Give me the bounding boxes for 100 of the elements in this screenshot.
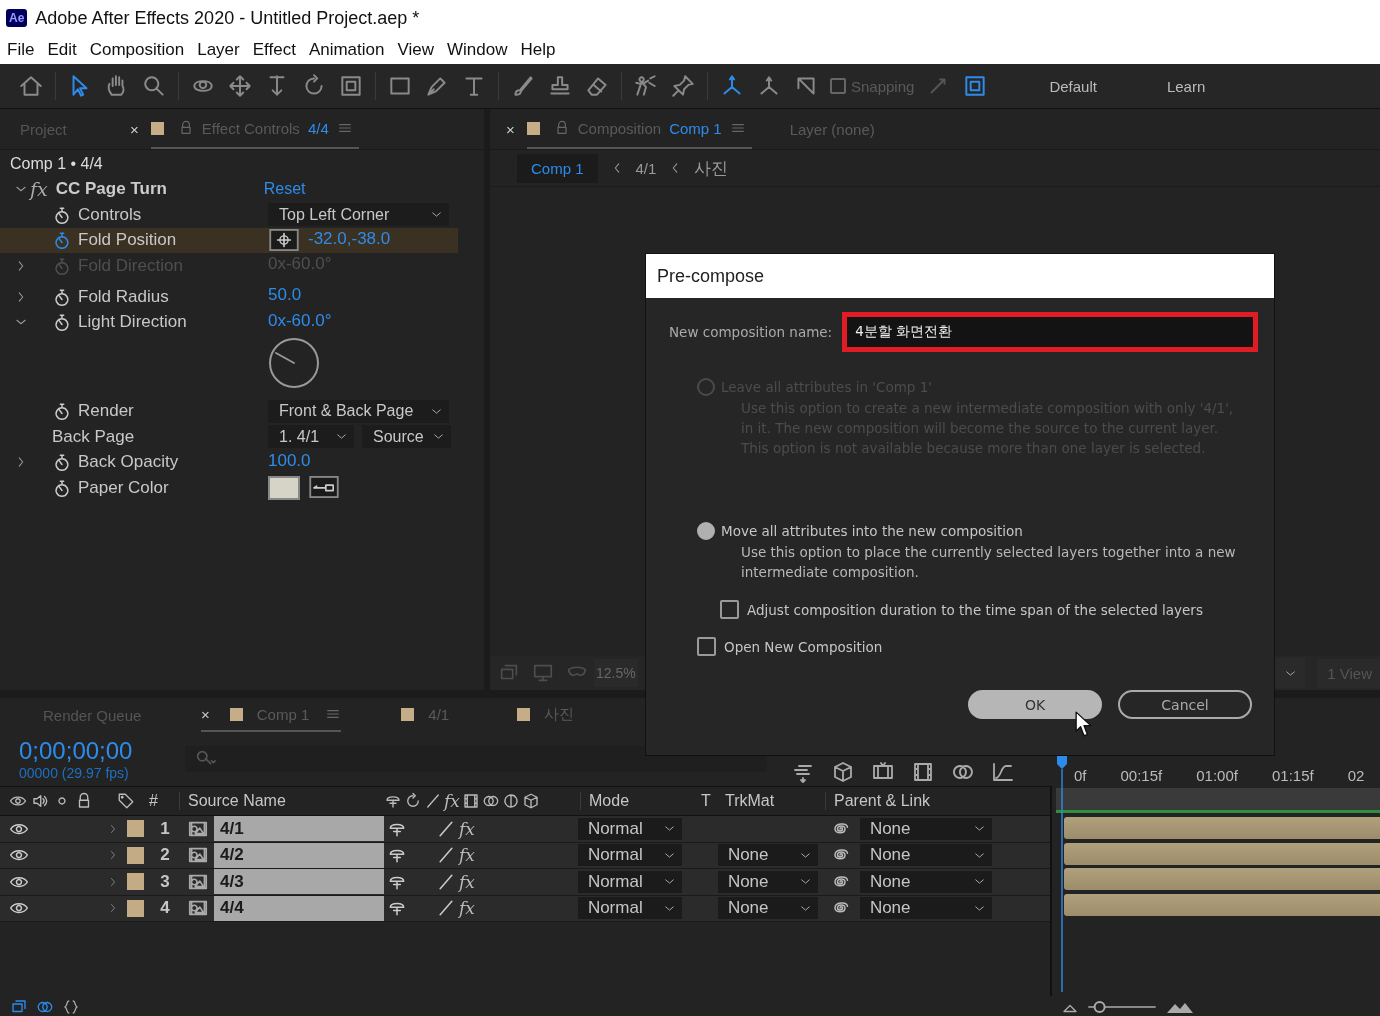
3d-layer-icon [521,792,540,810]
stopwatch-icon[interactable] [52,312,72,332]
composition-name-field[interactable]: 4분할 화면전환 [847,317,1253,347]
pin-tool-icon[interactable] [670,73,696,99]
color-swatch[interactable] [268,476,300,500]
menu-item[interactable]: View [397,40,435,60]
layer-name[interactable]: 4/2 [214,842,384,868]
stopwatch-icon[interactable] [52,452,72,472]
parent-dropdown[interactable]: None [859,870,992,893]
home-icon[interactable] [18,73,44,99]
layer-duration-bar[interactable] [1064,842,1380,865]
cancel-button[interactable]: Cancel [1118,690,1252,719]
number-value[interactable]: 50.0 [268,285,302,305]
effects-switch[interactable]: fx [459,845,475,866]
speaker-icon [31,792,49,810]
parent-dropdown[interactable]: None [859,897,992,920]
dropdown[interactable]: Top Left Corner [268,203,449,226]
breadcrumb-item[interactable]: 4/1 [635,159,657,177]
menu-item[interactable]: Layer [197,40,240,60]
work-area-bar[interactable] [1056,788,1380,813]
dropdown[interactable]: Front & Back Page [268,399,449,423]
radio-button[interactable] [697,522,715,540]
menu-item[interactable]: Edit [47,40,77,60]
comp-name: Comp 1 [669,119,722,137]
menu-item[interactable]: Help [520,40,556,60]
zoom-slider[interactable] [1087,1000,1157,1014]
mode-dropdown[interactable]: Normal [577,817,682,840]
snapping-checkbox[interactable] [830,78,846,94]
close-button[interactable]: × [506,120,515,138]
breadcrumb-item[interactable]: 사진 [694,156,729,180]
workspace-tab[interactable]: Learn [1166,77,1206,95]
layer-number: 4 [159,898,171,919]
window-title: Adobe After Effects 2020 - Untitled Project.aep * [35,7,420,29]
layer-name[interactable]: 4/3 [214,869,384,895]
ok-button[interactable]: OK [968,690,1102,719]
property-name: Render [78,401,134,421]
frame-blend-icon [461,792,480,810]
slider-thumb[interactable] [1093,1001,1106,1013]
dropdown[interactable]: Source [362,425,451,448]
crosshair-button[interactable] [268,228,300,251]
stopwatch-icon[interactable] [52,401,72,421]
graph-editor-icon[interactable] [991,760,1015,784]
dropdown[interactable]: 1. 4/1 [268,425,354,448]
menu-item[interactable]: Composition [89,40,185,60]
mode-dropdown[interactable]: Normal [577,870,682,893]
eyedropper-button[interactable] [308,476,340,498]
angle-dial[interactable] [268,336,320,389]
column-header[interactable]: Source Name [179,792,384,810]
track-matte-dropdown[interactable]: None [717,870,818,893]
close-button[interactable]: × [201,705,210,723]
mode-dropdown[interactable]: Normal [577,897,682,920]
layer-name[interactable]: 4/4 [214,895,384,921]
workspace-tab[interactable]: Default [1049,77,1097,95]
label-color[interactable] [127,820,144,838]
label-color[interactable] [127,846,144,864]
cube-icon[interactable] [831,760,855,784]
point-value[interactable]: -32.0,-38.0 [308,228,391,249]
effects-switch[interactable]: fx [459,871,475,892]
effects-switch[interactable]: fx [459,898,475,919]
checkbox[interactable] [720,600,739,619]
frame-blending-icon[interactable] [911,760,935,784]
field-label: New composition name: [669,324,833,340]
zoom-tool-icon[interactable] [141,73,167,99]
column-header: T [701,792,712,810]
reset-link[interactable]: Reset [263,180,306,198]
breadcrumb-item[interactable]: Comp 1 [517,153,598,183]
cursor-icon [1075,711,1093,738]
track-matte-dropdown[interactable]: None [717,844,818,867]
property-name: Controls [78,204,142,225]
parent-dropdown[interactable]: None [859,817,992,840]
checkbox-label: Adjust composition duration to the time span of the selected layers [747,601,1203,618]
effects-switch[interactable]: fx [459,818,475,839]
angle-value[interactable]: 0x-60.0° [268,310,332,331]
pan-tool-icon[interactable] [227,73,253,99]
timecode[interactable]: 0;00;00;00 [19,737,179,765]
checkbox[interactable] [697,637,716,656]
close-button[interactable]: × [130,120,139,138]
track-matte-dropdown[interactable]: None [717,897,818,920]
label-color[interactable] [127,899,144,917]
label-color[interactable] [127,873,144,891]
number-value[interactable]: 100.0 [268,450,311,471]
menu-item[interactable]: Window [447,40,508,60]
menu-item[interactable]: Effect [252,40,296,60]
mode-dropdown[interactable]: Normal [577,844,682,867]
property-name: Fold Radius [78,286,169,307]
time-ruler-label: 02 [1347,767,1365,784]
effect-name: CC Page Turn [55,179,168,199]
app-logo: Ae [6,9,28,27]
parent-dropdown[interactable]: None [859,844,992,867]
search-field[interactable] [185,746,767,772]
menu-item[interactable]: File [7,40,35,60]
puppet-tool-icon[interactable] [633,73,659,99]
layer-name: 4/4 [307,119,329,137]
property-name: Paper Color [78,477,169,498]
column-header: Parent & Link [825,792,931,810]
property-name: Back Opacity [78,452,179,472]
layer-duration-bar[interactable] [1064,893,1380,916]
menu-item[interactable]: Animation [308,40,385,60]
layer-name[interactable]: 4/1 [214,816,384,842]
label-icon [117,792,135,810]
